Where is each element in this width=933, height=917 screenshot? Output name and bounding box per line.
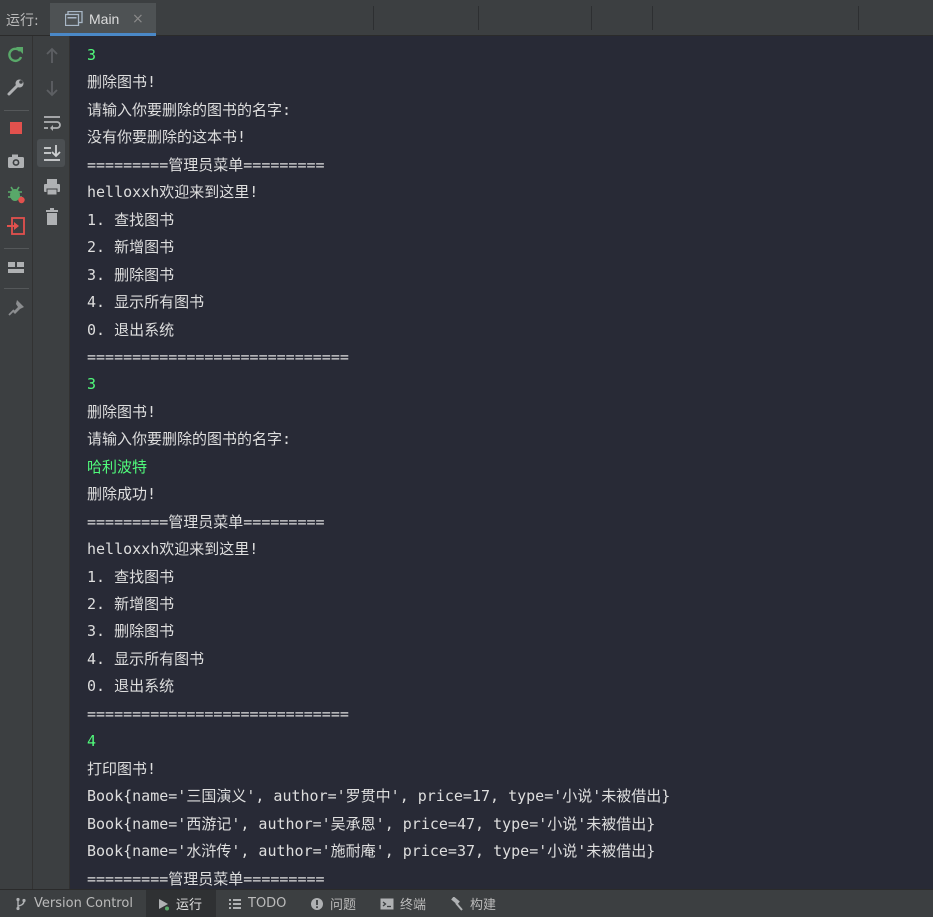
exit-icon[interactable] bbox=[5, 215, 27, 237]
console-input-line: 3 bbox=[87, 375, 97, 393]
terminal-icon bbox=[380, 897, 394, 911]
arrow-down-icon[interactable] bbox=[41, 77, 63, 99]
console-output-line: 打印图书! bbox=[87, 760, 157, 778]
run-actions-toolbar bbox=[0, 36, 33, 889]
toolbar-divider bbox=[4, 288, 29, 289]
bottom-tab-label: 问题 bbox=[330, 898, 357, 913]
console-output-line: 请输入你要删除的图书的名字: bbox=[87, 430, 292, 448]
console-output-line: Book{name='三国演义', author='罗贯中', price=17… bbox=[87, 787, 671, 805]
console-output-line: 请输入你要删除的图书的名字: bbox=[87, 101, 292, 119]
problems-icon bbox=[310, 897, 324, 911]
layout-icon[interactable] bbox=[5, 256, 27, 278]
tab-main[interactable]: Main × bbox=[50, 3, 156, 36]
tab-divider bbox=[652, 6, 653, 30]
trash-icon[interactable] bbox=[41, 206, 63, 228]
arrow-up-icon[interactable] bbox=[41, 45, 63, 67]
console-output-line: ============================= bbox=[87, 705, 349, 723]
console-output-line: 0. 退出系统 bbox=[87, 321, 175, 339]
run-tool-window: 运行: Main × 3 删除图书! 请输入你要删除的图书的名字: 没有你要删除… bbox=[0, 0, 933, 917]
todo-list-icon bbox=[228, 897, 242, 911]
bottom-tab-version-control[interactable]: Version Control bbox=[0, 890, 145, 917]
console-output[interactable]: 3 删除图书! 请输入你要删除的图书的名字: 没有你要删除的这本书! =========… bbox=[70, 36, 933, 889]
console-output-line: 删除图书! bbox=[87, 73, 157, 91]
run-play-icon bbox=[156, 897, 170, 911]
scroll-to-end-icon[interactable] bbox=[41, 142, 63, 164]
console-output-line: 2. 新增图书 bbox=[87, 595, 175, 613]
tab-divider bbox=[373, 6, 374, 30]
console-input-line: 4 bbox=[87, 732, 97, 750]
console-output-line: 删除成功! bbox=[87, 485, 157, 503]
bottom-tab-label: Version Control bbox=[34, 896, 133, 911]
console-output-line: =========管理员菜单========= bbox=[87, 156, 325, 174]
camera-icon[interactable] bbox=[5, 150, 27, 172]
bottom-tab-build[interactable]: 构建 bbox=[450, 890, 510, 917]
bottom-tab-label: 构建 bbox=[470, 898, 497, 913]
console-output-line: 3. 删除图书 bbox=[87, 266, 175, 284]
run-tabbar: 运行: Main × bbox=[0, 0, 933, 36]
toolbar-divider bbox=[4, 248, 29, 249]
tab-divider bbox=[591, 6, 592, 30]
console-input-line: 哈利波特 bbox=[87, 458, 148, 476]
bottom-tab-label: TODO bbox=[248, 896, 287, 911]
tab-divider bbox=[478, 6, 479, 30]
debug-bug-icon[interactable] bbox=[5, 183, 27, 205]
stop-icon[interactable] bbox=[5, 117, 27, 139]
branch-icon bbox=[14, 897, 28, 911]
tab-divider bbox=[858, 6, 859, 30]
close-icon[interactable]: × bbox=[132, 11, 144, 27]
console-output-line: Book{name='水浒传', author='施耐庵', price=37,… bbox=[87, 842, 656, 860]
console-window-icon bbox=[64, 10, 83, 27]
bottom-tab-label: 终端 bbox=[400, 898, 427, 913]
console-output-line: 没有你要删除的这本书! bbox=[87, 128, 247, 146]
toolbar-divider bbox=[4, 110, 29, 111]
console-output-line: 2. 新增图书 bbox=[87, 238, 175, 256]
console-input-line: 3 bbox=[87, 46, 97, 64]
bottom-tool-bar: Version Control 运行 TODO 问题 终端 构建 bbox=[0, 889, 933, 917]
console-output-line: 3. 删除图书 bbox=[87, 622, 175, 640]
console-output-line: 0. 退出系统 bbox=[87, 677, 175, 695]
run-label: 运行: bbox=[6, 13, 39, 29]
bottom-tab-terminal[interactable]: 终端 bbox=[380, 890, 440, 917]
console-output-line: 4. 显示所有图书 bbox=[87, 293, 205, 311]
console-output-line: helloxxh欢迎来到这里! bbox=[87, 540, 259, 558]
console-output-line: 1. 查找图书 bbox=[87, 568, 175, 586]
console-output-line: =========管理员菜单========= bbox=[87, 870, 325, 888]
console-output-line: Book{name='西游记', author='吴承恩', price=47,… bbox=[87, 815, 656, 833]
console-output-line: 4. 显示所有图书 bbox=[87, 650, 205, 668]
tab-main-label: Main bbox=[89, 11, 120, 27]
console-output-line: ============================= bbox=[87, 348, 349, 366]
soft-wrap-icon[interactable] bbox=[41, 111, 63, 133]
console-output-line: =========管理员菜单========= bbox=[87, 513, 325, 531]
console-output-line: helloxxh欢迎来到这里! bbox=[87, 183, 259, 201]
bottom-tab-run[interactable]: 运行 bbox=[146, 890, 216, 917]
console-output-line: 删除图书! bbox=[87, 403, 157, 421]
console-output-line: 1. 查找图书 bbox=[87, 211, 175, 229]
pin-icon[interactable] bbox=[5, 297, 27, 319]
bottom-tab-todo[interactable]: TODO bbox=[228, 890, 298, 917]
wrench-icon[interactable] bbox=[5, 76, 27, 98]
console-actions-toolbar bbox=[33, 36, 70, 889]
bottom-tab-problems[interactable]: 问题 bbox=[310, 890, 370, 917]
hammer-icon bbox=[450, 896, 464, 911]
print-icon[interactable] bbox=[41, 176, 63, 198]
bottom-tab-label: 运行 bbox=[176, 898, 203, 913]
rerun-icon[interactable] bbox=[5, 44, 27, 66]
